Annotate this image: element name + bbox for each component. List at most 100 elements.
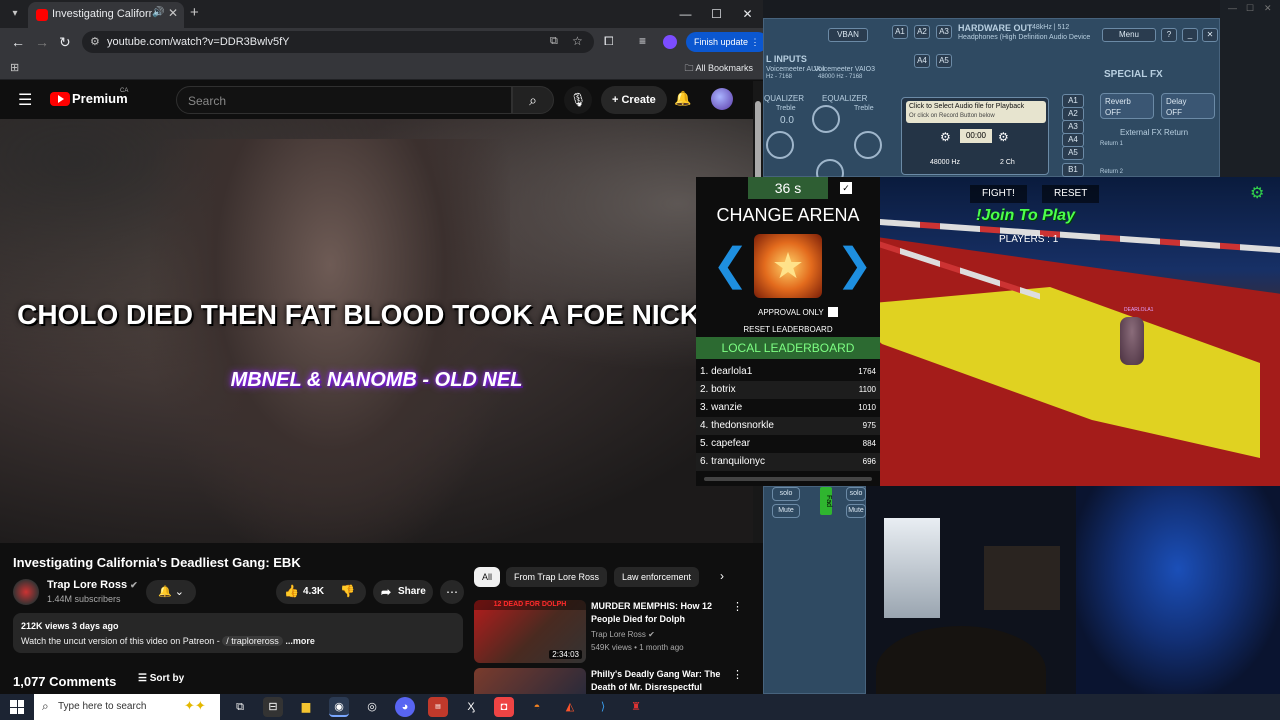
maximize-icon[interactable]: ☐: [701, 0, 732, 28]
playback-prompt[interactable]: Click to Select Audio file for Playback …: [906, 101, 1046, 123]
back-arrow-icon[interactable]: ←: [11, 34, 25, 50]
chip-from-channel[interactable]: From Trap Lore Ross: [506, 567, 608, 587]
previous-arena-arrow-icon[interactable]: ❮: [712, 239, 749, 290]
fader-label[interactable]: Fad: [820, 487, 832, 515]
profile-avatar[interactable]: [663, 35, 677, 49]
finish-update-button[interactable]: Finish update ⋮: [686, 32, 763, 52]
microphone-icon[interactable]: 🎙: [564, 86, 592, 114]
show-more-link[interactable]: ...more: [285, 636, 315, 646]
gear-icon[interactable]: ⚙: [1250, 183, 1264, 203]
file-explorer-icon[interactable]: ▆: [296, 697, 316, 717]
mute-button[interactable]: Mute: [846, 504, 866, 518]
subscribed-bell-button[interactable]: 🔔 ⌄: [146, 580, 196, 604]
more-actions-icon[interactable]: ⋯: [440, 580, 464, 604]
video-thumbnail[interactable]: [474, 668, 586, 694]
share-button[interactable]: ➦ Share: [373, 580, 433, 604]
video-thumbnail[interactable]: 12 DEAD FOR DOLPH 2:34:03: [474, 600, 586, 663]
vban-button[interactable]: VBAN: [828, 28, 868, 42]
description-box[interactable]: 212K views 3 days ago Watch the uncut ve…: [13, 613, 463, 653]
solo-button[interactable]: solo: [772, 487, 800, 501]
avatar[interactable]: [711, 88, 733, 110]
tab-youtube[interactable]: Investigating California's Dea 🔊 ✕: [28, 2, 184, 28]
thumbs-down-icon[interactable]: 👎: [340, 584, 355, 598]
reverb-button[interactable]: Reverb OFF: [1100, 93, 1154, 119]
bus-a4-button[interactable]: A4: [914, 54, 930, 68]
chip-law-enforcement[interactable]: Law enforcement: [614, 567, 700, 587]
reload-icon[interactable]: ↻: [59, 34, 71, 51]
windows-start-icon[interactable]: [10, 700, 24, 714]
search-button[interactable]: ⌕: [512, 86, 554, 114]
eq-knob[interactable]: [812, 105, 840, 133]
leaderboard-scrollbar[interactable]: [704, 477, 872, 481]
menu-button[interactable]: Menu: [1102, 28, 1156, 42]
minimize-icon[interactable]: _: [1182, 28, 1198, 42]
bus-a5-button[interactable]: A5: [936, 54, 952, 68]
recommended-title[interactable]: Philly's Deadly Gang War: The Death of M…: [591, 668, 731, 694]
red-app-icon[interactable]: ◘: [494, 697, 514, 717]
hardware-out-device[interactable]: Headphones (High Definition Audio Device: [958, 34, 1090, 41]
delay-button[interactable]: Delay OFF: [1161, 93, 1215, 119]
install-app-icon[interactable]: ⧉: [550, 35, 558, 48]
x-app-icon[interactable]: Ӽ: [461, 697, 481, 717]
cassette-recorder[interactable]: Click to Select Audio file for Playback …: [901, 97, 1049, 175]
eq-knob[interactable]: [816, 159, 844, 177]
minimize-icon[interactable]: —: [670, 0, 701, 28]
forward-arrow-icon[interactable]: →: [35, 34, 49, 50]
extensions-icon[interactable]: ⧠: [604, 34, 614, 49]
bus-a1-button[interactable]: A1: [892, 25, 908, 39]
search-input[interactable]: Search: [176, 86, 512, 114]
fight-button[interactable]: FIGHT!: [970, 185, 1027, 203]
new-tab-icon[interactable]: +: [190, 4, 199, 21]
maximize-icon[interactable]: ☐: [1246, 3, 1254, 14]
chip-all[interactable]: All: [474, 567, 501, 587]
minimize-icon[interactable]: —: [1228, 3, 1237, 13]
close-icon[interactable]: ✕: [1264, 3, 1272, 14]
route-a4-button[interactable]: A4: [1062, 133, 1084, 147]
chrome-icon[interactable]: ◉: [329, 697, 349, 717]
help-button[interactable]: ?: [1161, 28, 1177, 42]
brave-icon[interactable]: ◭: [560, 697, 580, 717]
media-control-icon[interactable]: ≡: [639, 34, 646, 48]
discord-icon[interactable]: ◕: [395, 697, 415, 717]
route-a1-button[interactable]: A1: [1062, 94, 1084, 108]
site-info-icon[interactable]: ⚙: [90, 35, 100, 48]
route-a5-button[interactable]: A5: [1062, 146, 1084, 160]
address-bar[interactable]: ⚙ youtube.com/watch?v=DDR3Bwlv5fY ⧉ ☆: [82, 31, 594, 53]
apps-grid-icon[interactable]: ⊞: [10, 61, 19, 74]
close-icon[interactable]: ✕: [1202, 28, 1218, 42]
solo-button[interactable]: solo: [846, 487, 866, 501]
all-bookmarks-button[interactable]: 🗀 All Bookmarks: [684, 61, 753, 77]
video-player[interactable]: CHOLO DIED THEN FAT BLOOD TOOK A FOE NIC…: [0, 119, 753, 543]
notifications-bell-icon[interactable]: 🔔: [674, 90, 691, 107]
channel-avatar[interactable]: [13, 579, 39, 605]
sort-by-button[interactable]: ☰ Sort by: [138, 673, 184, 684]
next-arena-arrow-icon[interactable]: ❯: [836, 239, 873, 290]
reset-leaderboard-button[interactable]: RESET LEADERBOARD: [696, 325, 880, 334]
hamburger-menu-icon[interactable]: ☰: [18, 90, 32, 110]
tab-search-icon[interactable]: ▾: [6, 5, 24, 23]
patreon-link[interactable]: / traploreross: [222, 636, 283, 646]
route-b1-button[interactable]: B1: [1062, 163, 1084, 177]
voicemeeter-icon[interactable]: ▤: [428, 697, 448, 717]
blender-icon[interactable]: ◓: [527, 697, 547, 717]
route-a2-button[interactable]: A2: [1062, 107, 1084, 121]
recommended-video[interactable]: 12 DEAD FOR DOLPH 2:34:03 MURDER MEMPHIS…: [474, 600, 754, 664]
thumbs-up-icon[interactable]: 👍: [284, 584, 299, 598]
game-app-icon[interactable]: ♜: [626, 697, 646, 717]
obs-icon[interactable]: ◎: [362, 697, 382, 717]
close-icon[interactable]: ✕: [732, 0, 763, 28]
more-options-icon[interactable]: ⋮: [732, 600, 743, 613]
vscode-icon[interactable]: ⟩: [593, 697, 613, 717]
youtube-logo-icon[interactable]: [50, 92, 70, 106]
recommended-video[interactable]: Philly's Deadly Gang War: The Death of M…: [474, 668, 754, 694]
channel-name[interactable]: Trap Lore Ross ✔: [47, 579, 138, 591]
close-tab-icon[interactable]: ✕: [168, 6, 178, 20]
recommended-title[interactable]: MURDER MEMPHIS: How 12 People Died for D…: [591, 600, 731, 626]
speaker-icon[interactable]: 🔊: [152, 7, 164, 18]
app-icon[interactable]: ⊟: [263, 697, 283, 717]
timer-checkbox[interactable]: ✓: [840, 182, 852, 194]
more-options-icon[interactable]: ⋮: [732, 668, 743, 681]
eq-knob[interactable]: [766, 131, 794, 159]
reset-button[interactable]: RESET: [1042, 185, 1100, 203]
bookmark-star-icon[interactable]: ☆: [572, 34, 583, 48]
